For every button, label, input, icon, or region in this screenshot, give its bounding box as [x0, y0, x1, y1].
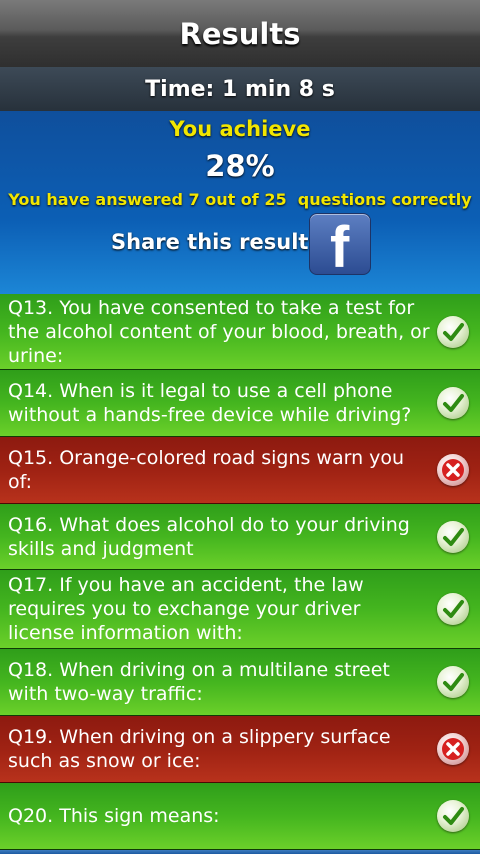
question-row[interactable]: Q17. If you have an accident, the law re…: [0, 570, 480, 649]
check-icon: [437, 666, 469, 698]
question-row[interactable]: Q18. When driving on a multilane street …: [0, 649, 480, 716]
question-text: Q16. What does alcohol do to your drivin…: [8, 513, 410, 560]
question-text: Q14. When is it legal to use a cell phon…: [8, 380, 412, 426]
question-text: Q20. This sign means:: [8, 805, 220, 827]
question-text: Q19. When driving on a slippery surface …: [8, 726, 391, 772]
question-text: Q13. You have consented to take a test f…: [8, 296, 430, 367]
question-text: Q18. When driving on a multilane street …: [8, 659, 390, 705]
question-row[interactable]: Q16. What does alcohol do to your drivin…: [0, 504, 480, 570]
question-row[interactable]: Q20. This sign means:: [0, 783, 480, 850]
check-icon: [437, 520, 469, 553]
check-icon: [437, 593, 469, 625]
achieve-label: You achieve: [169, 117, 311, 141]
page-title: Results: [179, 16, 301, 51]
question-text: Q15. Orange-colored road signs warn you …: [8, 447, 405, 493]
question-text: Q17. If you have an accident, the law re…: [8, 574, 364, 644]
time-bar: Time: 1 min 8 s: [0, 67, 480, 111]
question-row[interactable]: Q19. When driving on a slippery surface …: [0, 716, 480, 783]
question-row[interactable]: Q15. Orange-colored road signs warn you …: [0, 437, 480, 504]
facebook-icon: f: [330, 215, 350, 275]
facebook-share-button[interactable]: f: [309, 213, 371, 275]
result-summary: You achieve 28% You have answered 7 out …: [0, 111, 480, 294]
score-percent: 28%: [205, 149, 275, 183]
question-row[interactable]: Q13. You have consented to take a test f…: [0, 294, 480, 370]
share-label: Share this result: [111, 230, 309, 254]
answered-count: You have answered 7 out of 25 questions …: [8, 190, 472, 209]
check-icon: [437, 387, 469, 419]
share-row: Share this result f: [0, 213, 480, 275]
header-bar: Results: [0, 0, 480, 69]
check-icon: [437, 800, 469, 832]
elapsed-time: Time: 1 min 8 s: [145, 76, 335, 102]
question-row[interactable]: Q14. When is it legal to use a cell phon…: [0, 370, 480, 437]
list-bottom-edge: [0, 850, 480, 854]
cross-icon: [437, 733, 469, 765]
check-icon: [437, 315, 469, 348]
cross-icon: [437, 454, 469, 486]
